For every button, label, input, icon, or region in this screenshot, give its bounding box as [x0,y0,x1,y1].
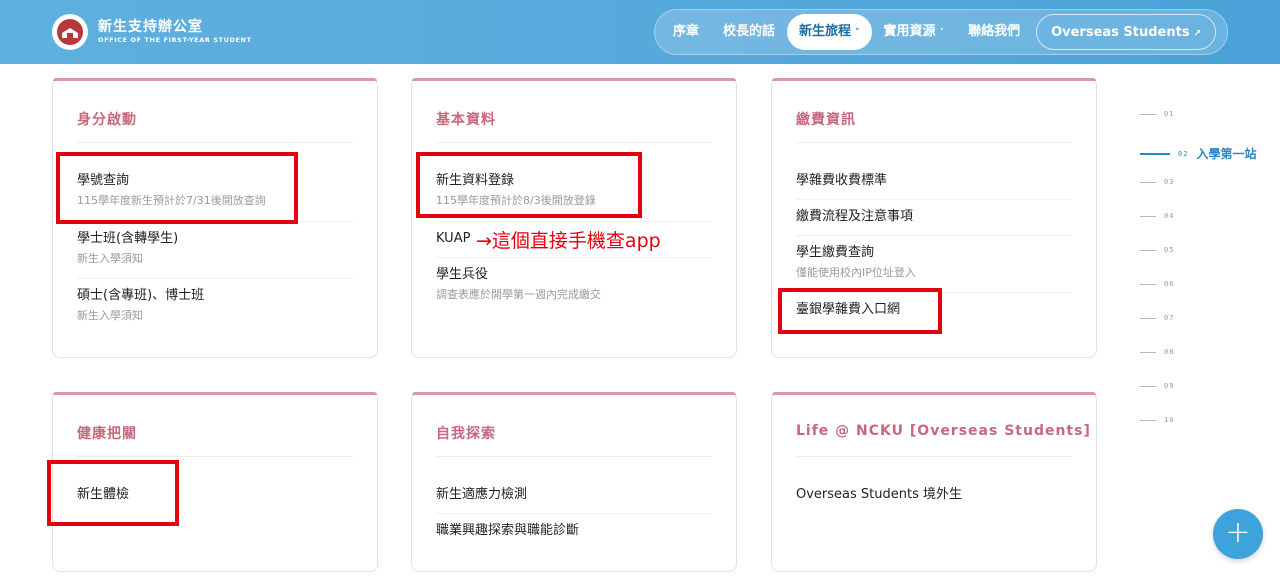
link-military-service[interactable]: 學生兵役 調查表應於開學第一週內完成繳交 [436,266,712,303]
annotation-note: →這個直接手機查app [476,230,661,252]
pager-item-07[interactable]: 07 [1140,314,1174,322]
divider [436,257,712,258]
nav-resources-label: 實用資源 [883,24,936,39]
item-label: 新生適應力檢測 [436,487,528,502]
divider [436,221,712,222]
card-title: 健康把關 [77,426,137,442]
highlight-box-health-check [47,460,179,526]
divider [77,142,353,143]
divider [77,278,353,279]
pager-item-02[interactable]: 02 入學第一站 [1140,145,1256,162]
item-label: 碩士(含專班)、博士班 [77,288,205,303]
pager-number: 06 [1164,280,1175,288]
link-payment-process[interactable]: 繳費流程及注意事項 [796,208,1072,226]
pager-number: 01 [1164,110,1175,118]
pager-number: 08 [1164,348,1175,356]
pager-number: 02 [1178,149,1189,158]
item-label: 學士班(含轉學生) [77,231,179,246]
item-label: 學雜費收費標準 [796,173,888,188]
plus-icon: + [1225,515,1251,550]
chevron-down-icon: ˅ [939,28,945,38]
divider [796,235,1072,236]
link-tuition-standard[interactable]: 學雜費收費標準 [796,172,1072,190]
pager-item-01[interactable]: 01 [1140,110,1174,118]
card-title: Life @ NCKU [Overseas Students] [796,423,1091,439]
pager-item-03[interactable]: 03 [1140,178,1174,186]
pager-item-08[interactable]: 08 [1140,348,1174,356]
site-title: 新生支持辦公室 [98,19,203,35]
pager-number: 10 [1164,416,1175,424]
item-note: 調查表應於開學第一週內完成繳交 [436,288,601,301]
card-title: 身分啟動 [77,112,137,128]
nav-contact[interactable]: 聯絡我們 [956,14,1032,50]
item-note: 新生入學須知 [77,252,143,265]
nav-resources[interactable]: 實用資源 ˅ [872,14,957,50]
pager-number: 07 [1164,314,1175,322]
main-nav: 序章 校長的話 新生旅程 ˅ 實用資源 ˅ 聯絡我們 Overseas Studen… [654,9,1228,55]
nav-contact-label: 聯絡我們 [968,24,1021,39]
pager-number: 09 [1164,382,1175,390]
highlight-box-registration [416,152,642,218]
divider [436,142,712,143]
external-link-icon: ↗ [1193,29,1202,39]
pager-number: 03 [1164,178,1175,186]
divider [77,456,353,457]
pager-active-label: 入學第一站 [1196,147,1257,161]
chevron-down-icon: ˅ [855,28,860,38]
nav-overseas-students[interactable]: Overseas Students ↗ [1036,14,1217,50]
link-payment-lookup[interactable]: 學生繳費查詢 僅能使用校內IP位址登入 [796,244,1072,281]
pager-item-09[interactable]: 09 [1140,382,1174,390]
logo-icon [52,14,88,50]
card-title: 自我探索 [436,426,496,442]
floating-plus-button[interactable]: + [1213,509,1263,559]
link-career-exploration[interactable]: 職業興趣探索與職能診斷 [436,522,712,540]
card-overseas-life: Life @ NCKU [Overseas Students] Overseas… [771,392,1097,572]
nav-overseas-label: Overseas Students [1051,25,1190,40]
item-label: Overseas Students 境外生 [796,487,962,502]
card-title: 繳費資訊 [796,112,856,128]
link-adaptation-test[interactable]: 新生適應力檢測 [436,486,712,504]
nav-president-label: 校長的話 [723,24,776,39]
pager-item-10[interactable]: 10 [1140,416,1174,424]
nav-journey-label: 新生旅程 [799,24,852,39]
divider [796,142,1072,143]
divider [796,456,1072,457]
site-header: 新生支持辦公室 OFFICE OF THE FIRST-YEAR STUDENT… [0,0,1280,64]
highlight-box-student-id [56,152,298,224]
pager-item-06[interactable]: 06 [1140,280,1174,288]
highlight-box-bank-portal [778,288,942,334]
link-overseas-students[interactable]: Overseas Students 境外生 [796,486,1072,504]
nav-prologue-label: 序章 [673,24,700,39]
item-note: 僅能使用校內IP位址登入 [796,266,916,279]
card-self-exploration: 自我探索 新生適應力檢測 職業興趣探索與職能診斷 [411,392,737,572]
card-basic-info: 基本資料 新生資料登錄 115學年度預計於8/3後開放登錄 KUAP 學生兵役 … [411,78,737,358]
link-undergraduate-guide[interactable]: 學士班(含轉學生) 新生入學須知 [77,230,353,267]
pager-number: 05 [1164,246,1175,254]
item-label: 學生兵役 [436,267,489,282]
item-note: 新生入學須知 [77,309,143,322]
card-title: 基本資料 [436,112,496,128]
nav-prologue[interactable]: 序章 [661,14,711,50]
divider [436,513,712,514]
item-label: 繳費流程及注意事項 [796,209,914,224]
item-label: 職業興趣探索與職能診斷 [436,523,580,538]
site-subtitle: OFFICE OF THE FIRST-YEAR STUDENT [98,36,252,44]
nav-president-message[interactable]: 校長的話 [711,14,787,50]
divider [796,199,1072,200]
divider [436,456,712,457]
site-logo-link[interactable]: 新生支持辦公室 OFFICE OF THE FIRST-YEAR STUDENT [52,14,252,50]
pager-item-04[interactable]: 04 [1140,212,1174,220]
nav-freshman-journey[interactable]: 新生旅程 ˅ [787,14,872,50]
pager-item-05[interactable]: 05 [1140,246,1174,254]
pager-number: 04 [1164,212,1175,220]
item-label: 學生繳費查詢 [796,245,875,260]
link-graduate-guide[interactable]: 碩士(含專班)、博士班 新生入學須知 [77,287,353,324]
